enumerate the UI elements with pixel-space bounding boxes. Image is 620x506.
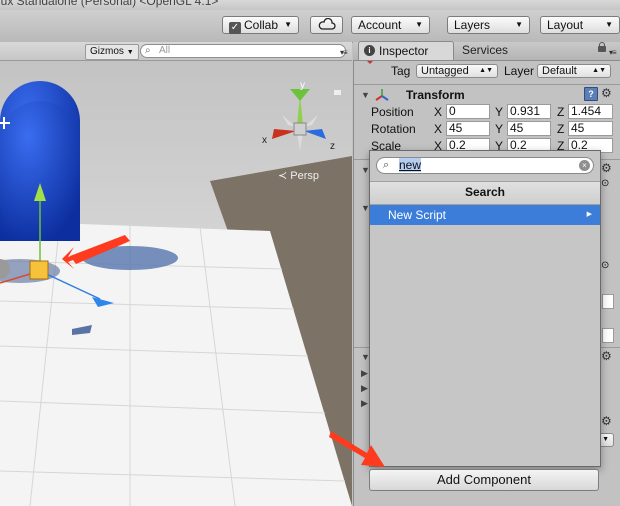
axis-y-label: y bbox=[300, 80, 305, 91]
dropdown-arrow-icon: ▼ bbox=[515, 20, 523, 29]
info-icon: i bbox=[364, 45, 375, 56]
submenu-arrow-icon: ▶ bbox=[586, 211, 592, 218]
rotation-y-label: Y bbox=[495, 122, 504, 136]
menu-icon[interactable]: ▾≡ bbox=[609, 48, 617, 57]
scene-search-input[interactable]: ⌕ All bbox=[140, 44, 346, 58]
object-picker-icon[interactable]: ⊙ bbox=[601, 260, 609, 271]
position-z-label: Z bbox=[557, 105, 565, 119]
rotation-y-field[interactable]: 45 bbox=[507, 121, 551, 136]
persp-label[interactable]: ≺ Persp bbox=[278, 169, 319, 182]
layout-label: Layout bbox=[547, 18, 584, 32]
position-y-field[interactable]: 0.931 bbox=[507, 104, 551, 119]
field-box[interactable] bbox=[602, 328, 614, 343]
position-label: Position bbox=[371, 105, 414, 119]
gameobject-icon bbox=[367, 61, 373, 64]
gear-icon[interactable]: ⚙ bbox=[601, 86, 612, 100]
foldout-collapsed-icon[interactable]: ▶ bbox=[361, 398, 368, 409]
add-component-popup: ⌕ new × Search New Script ▶ bbox=[369, 150, 601, 467]
annotation-arrow bbox=[329, 431, 385, 467]
foldout-collapsed-icon[interactable]: ▶ bbox=[361, 383, 368, 394]
cloud-icon bbox=[318, 18, 336, 30]
gizmos-label: Gizmos bbox=[90, 46, 124, 57]
transform-title: Transform bbox=[406, 88, 465, 102]
tag-value: Untagged bbox=[421, 65, 469, 77]
layout-button[interactable]: Layout ▼ bbox=[540, 16, 620, 34]
main-toolbar: ✓ Collab ▼ Account ▼ Layers ▼ Layout ▼ bbox=[0, 10, 620, 43]
popup-header: Search bbox=[370, 181, 600, 205]
rotation-z-label: Z bbox=[557, 122, 565, 136]
gear-icon[interactable]: ⚙ bbox=[601, 161, 612, 175]
new-script-label: New Script bbox=[388, 208, 447, 222]
dropdown-arrow-icon: ▼ bbox=[415, 20, 423, 29]
scene-render: y x z bbox=[0, 61, 352, 506]
help-book-icon[interactable]: ? bbox=[584, 87, 598, 101]
gizmos-dropdown[interactable]: Gizmos ▼ bbox=[85, 44, 139, 60]
dropdown-arrow-icon: ▼ bbox=[605, 20, 613, 29]
position-y-label: Y bbox=[495, 105, 504, 119]
add-component-button[interactable]: Add Component bbox=[369, 469, 599, 491]
axis-x-label: x bbox=[262, 135, 267, 146]
separator bbox=[354, 84, 620, 85]
object-picker-icon[interactable]: ⊙ bbox=[601, 178, 609, 189]
rotation-label: Rotation bbox=[371, 122, 416, 136]
dropdown-arrow-icon: ▼ bbox=[126, 49, 134, 56]
search-placeholder: All bbox=[159, 45, 171, 56]
component-search-input[interactable]: ⌕ new × bbox=[376, 157, 594, 174]
rotation-z-field[interactable]: 45 bbox=[568, 121, 613, 136]
foldout-expanded-icon[interactable]: ▼ bbox=[361, 90, 370, 100]
foldout-collapsed-icon[interactable]: ▶ bbox=[361, 368, 368, 379]
layer-dropdown[interactable]: Default ▲▼ bbox=[537, 64, 611, 78]
tab-inspector-label: Inspector bbox=[379, 44, 429, 58]
tag-label: Tag bbox=[391, 64, 411, 78]
title-bar: nux Standalone (Personal) <OpenGL 4.1> bbox=[0, 0, 620, 10]
account-button[interactable]: Account ▼ bbox=[351, 16, 430, 34]
lock-icon[interactable] bbox=[598, 42, 606, 52]
gear-icon[interactable]: ⚙ bbox=[601, 349, 612, 363]
rotation-x-label: X bbox=[434, 122, 443, 136]
dropdown-arrow-icon: ▼ bbox=[602, 436, 609, 443]
menu-icon[interactable]: ▾≡ bbox=[340, 48, 348, 57]
clear-search-icon[interactable]: × bbox=[579, 160, 590, 171]
axis-z-label: z bbox=[330, 141, 335, 152]
tab-services[interactable]: Services bbox=[462, 43, 508, 57]
layer-label: Layer bbox=[504, 64, 535, 78]
scene-viewport[interactable]: y x z ≺ Persp bbox=[0, 61, 352, 506]
layer-value: Default bbox=[542, 65, 577, 77]
dropdown-arrow-icon: ▲▼ bbox=[479, 67, 493, 74]
tag-dropdown[interactable]: Untagged ▲▼ bbox=[416, 64, 498, 78]
transform-icon bbox=[375, 89, 389, 101]
dropdown-arrow-icon: ▲▼ bbox=[592, 67, 606, 74]
persp-text: Persp bbox=[290, 170, 320, 182]
window-title: nux Standalone (Personal) <OpenGL 4.1> bbox=[0, 0, 219, 8]
dropdown-arrow-icon: ▼ bbox=[284, 20, 292, 29]
scene-toolbar: Gizmos ▼ ⌕ All ▾≡ bbox=[0, 42, 352, 61]
layers-label: Layers bbox=[454, 18, 491, 32]
search-icon: ⌕ bbox=[383, 159, 390, 171]
search-icon: ⌕ bbox=[145, 45, 151, 56]
position-x-label: X bbox=[434, 105, 443, 119]
tab-inspector[interactable]: i Inspector bbox=[358, 41, 454, 60]
position-z-field[interactable]: 1.454 bbox=[568, 104, 613, 119]
cloud-button[interactable] bbox=[310, 16, 343, 34]
rotation-x-field[interactable]: 45 bbox=[446, 121, 490, 136]
gear-icon[interactable]: ⚙ bbox=[601, 414, 612, 428]
position-x-field[interactable]: 0 bbox=[446, 104, 490, 119]
search-text: new bbox=[399, 158, 422, 172]
check-icon: ✓ bbox=[229, 22, 241, 34]
collab-button[interactable]: ✓ Collab ▼ bbox=[222, 16, 299, 34]
account-label: Account bbox=[358, 18, 402, 32]
layers-button[interactable]: Layers ▼ bbox=[447, 16, 530, 34]
collab-label: Collab bbox=[244, 18, 279, 32]
field-box[interactable] bbox=[602, 294, 614, 309]
new-script-item[interactable]: New Script ▶ bbox=[370, 205, 600, 225]
